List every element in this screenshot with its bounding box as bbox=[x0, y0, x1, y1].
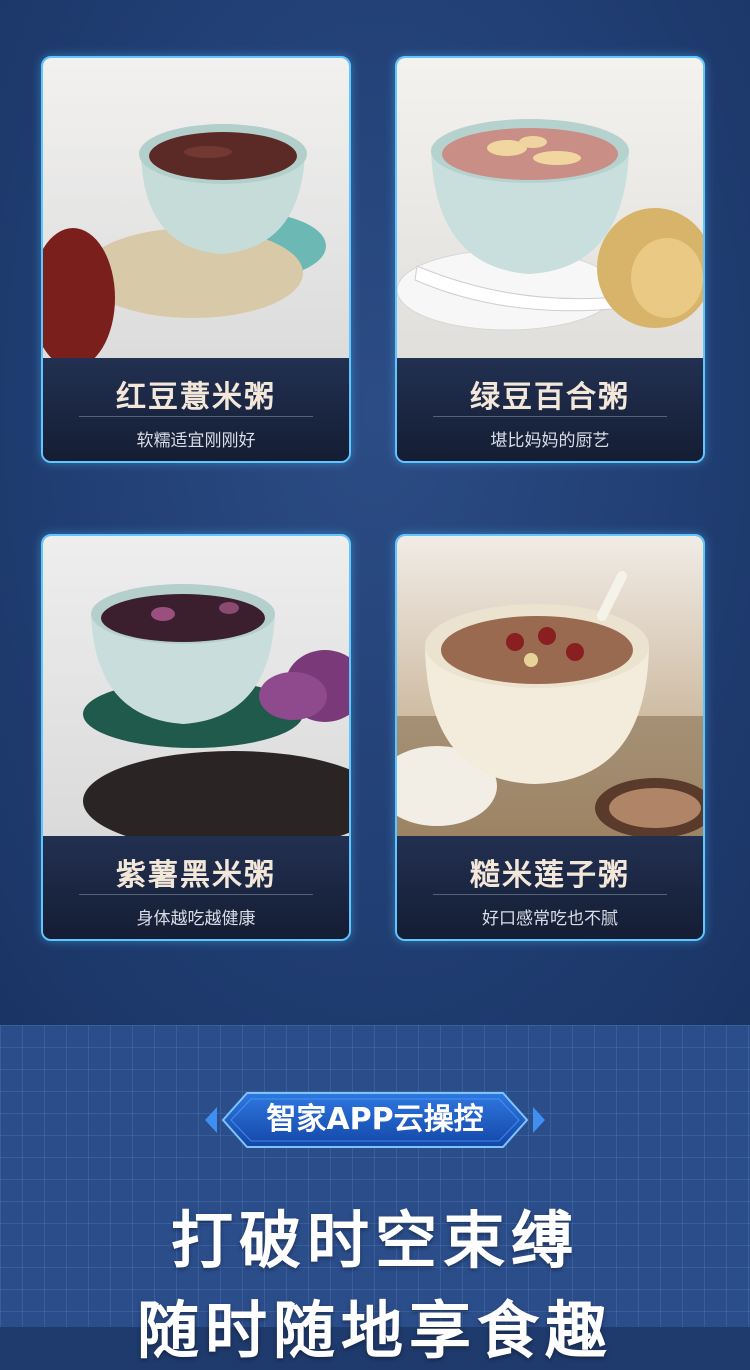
product-card-red-bean[interactable]: 红豆薏米粥 软糯适宜刚刚好 bbox=[41, 56, 351, 463]
mung-bean-porridge-image bbox=[397, 58, 703, 358]
purple-potato-porridge-image bbox=[43, 536, 349, 836]
badge-label: 智家APP云操控 bbox=[266, 1102, 484, 1137]
caption-divider bbox=[79, 416, 313, 417]
caption-divider bbox=[433, 416, 667, 417]
product-subtitle: 好口感常吃也不腻 bbox=[482, 909, 618, 929]
product-title: 红豆薏米粥 bbox=[116, 380, 276, 415]
product-caption: 绿豆百合粥 堪比妈妈的厨艺 bbox=[397, 358, 703, 461]
product-card-mung-bean[interactable]: 绿豆百合粥 堪比妈妈的厨艺 bbox=[395, 56, 705, 463]
product-title: 糙米莲子粥 bbox=[470, 858, 630, 893]
product-caption: 糙米莲子粥 好口感常吃也不腻 bbox=[397, 836, 703, 939]
product-card-purple-potato[interactable]: 紫薯黑米粥 身体越吃越健康 bbox=[41, 534, 351, 941]
caption-divider bbox=[433, 894, 667, 895]
recipes-section: 红豆薏米粥 软糯适宜刚刚好 绿豆百合粥 堪比妈妈的厨艺 紫薯黑米粥 身体越吃越健… bbox=[0, 0, 750, 1025]
product-title: 绿豆百合粥 bbox=[470, 380, 630, 415]
headline-line-2: 随时随地享食趣 bbox=[136, 1294, 613, 1367]
product-caption: 紫薯黑米粥 身体越吃越健康 bbox=[43, 836, 349, 939]
red-bean-porridge-image bbox=[43, 58, 349, 358]
headline-line-1: 打破时空束缚 bbox=[170, 1204, 579, 1277]
product-subtitle: 堪比妈妈的厨艺 bbox=[490, 431, 610, 451]
app-control-section: 智家APP云操控 打破时空束缚 随时随地享食趣 bbox=[0, 1025, 750, 1367]
brown-rice-porridge-image bbox=[397, 536, 703, 836]
caption-divider bbox=[79, 894, 313, 895]
app-control-badge: 智家APP云操控 bbox=[205, 1085, 545, 1155]
product-caption: 红豆薏米粥 软糯适宜刚刚好 bbox=[43, 358, 349, 461]
product-card-brown-rice[interactable]: 糙米莲子粥 好口感常吃也不腻 bbox=[395, 534, 705, 941]
product-subtitle: 身体越吃越健康 bbox=[136, 909, 256, 929]
product-subtitle: 软糯适宜刚刚好 bbox=[136, 431, 256, 451]
product-title: 紫薯黑米粥 bbox=[116, 858, 276, 893]
